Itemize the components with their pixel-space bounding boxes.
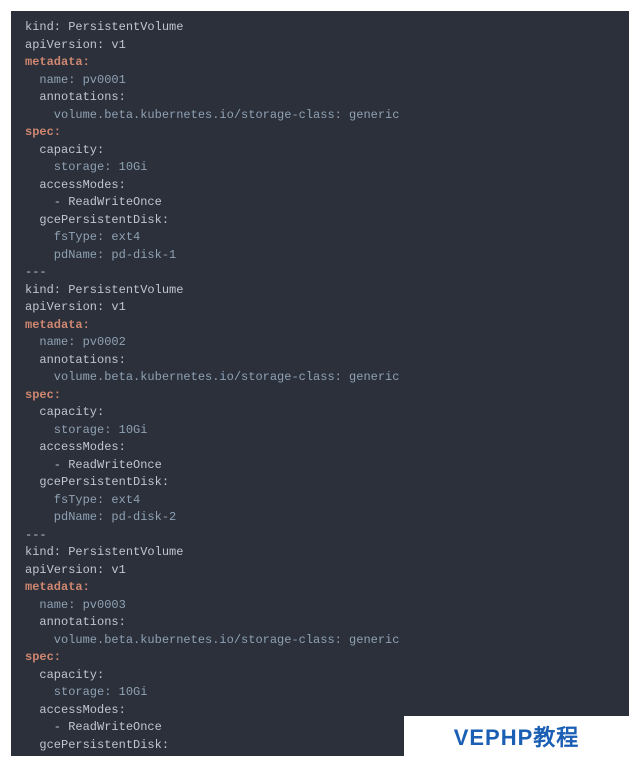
token: - ReadWriteOnce [25,458,162,472]
token: --- [25,528,47,542]
token: volume.beta.kubernetes.io/storage-class:… [25,633,399,647]
code-line: gcePersistentDisk: [25,213,169,227]
token: pdName: pd-disk-2 [25,510,176,524]
token: - ReadWriteOnce [25,720,162,734]
code-line: gcePersistentDisk: [25,475,169,489]
token: volume.beta.kubernetes.io/storage-class:… [25,108,399,122]
code-line: storage: 10Gi [25,160,147,174]
code-key: metadata: [25,55,90,69]
code-block: kind: PersistentVolume apiVersion: v1 me… [11,11,629,756]
token: capacity: [25,143,104,157]
code-line: volume.beta.kubernetes.io/storage-class:… [25,108,399,122]
code-line: capacity: [25,668,104,682]
code-line: name: pv0002 [25,335,126,349]
code-line: annotations: [25,90,126,104]
code-line: - ReadWriteOnce [25,720,162,734]
watermark-badge: VEPHP教程 [404,716,629,756]
token: apiVersion: v1 [25,300,126,314]
token: kind: PersistentVolume [25,283,183,297]
code-line: volume.beta.kubernetes.io/storage-class:… [25,370,399,384]
code-line: apiVersion: v1 [25,300,126,314]
token: - ReadWriteOnce [25,195,162,209]
token: storage: 10Gi [25,160,147,174]
code-line: capacity: [25,143,104,157]
token: apiVersion: v1 [25,563,126,577]
token: metadata: [25,580,90,594]
code-line: capacity: [25,405,104,419]
token: kind: PersistentVolume [25,20,183,34]
code-line: --- [25,528,47,542]
token: metadata: [25,55,90,69]
code-key: spec: [25,650,61,664]
code-line: kind: PersistentVolume [25,20,183,34]
token: name: pv0001 [25,73,126,87]
token: name: pv0003 [25,598,126,612]
token: accessModes: [25,703,126,717]
token: fsType: ext4 [25,493,140,507]
page: kind: PersistentVolume apiVersion: v1 me… [0,0,640,767]
token: storage: 10Gi [25,423,147,437]
code-line: accessModes: [25,178,126,192]
token: volume.beta.kubernetes.io/storage-class:… [25,370,399,384]
code-key: spec: [25,388,61,402]
token: storage: 10Gi [25,685,147,699]
code-key: metadata: [25,580,90,594]
token: spec: [25,125,61,139]
token: fsType: ext4 [25,755,140,756]
token: pdName: pd-disk-1 [25,248,176,262]
code-line: apiVersion: v1 [25,563,126,577]
token: spec: [25,388,61,402]
token: metadata: [25,318,90,332]
code-line: annotations: [25,353,126,367]
token: kind: PersistentVolume [25,545,183,559]
token: accessModes: [25,440,126,454]
code-line: fsType: ext4 [25,230,140,244]
code-line: volume.beta.kubernetes.io/storage-class:… [25,633,399,647]
code-line: fsType: ext4 [25,493,140,507]
code-line: name: pv0001 [25,73,126,87]
token: name: pv0002 [25,335,126,349]
code-line: fsType: ext4 [25,755,140,756]
code-line: name: pv0003 [25,598,126,612]
token: gcePersistentDisk: [25,738,169,752]
code-key: metadata: [25,318,90,332]
code-line: annotations: [25,615,126,629]
code-line: - ReadWriteOnce [25,458,162,472]
code-line: kind: PersistentVolume [25,283,183,297]
token: fsType: ext4 [25,230,140,244]
watermark-text: VEPHP教程 [454,720,580,752]
token: annotations: [25,615,126,629]
token: spec: [25,650,61,664]
code-line: gcePersistentDisk: [25,738,169,752]
code-key: spec: [25,125,61,139]
code-line: accessModes: [25,703,126,717]
token: annotations: [25,353,126,367]
token: gcePersistentDisk: [25,213,169,227]
token: apiVersion: v1 [25,38,126,52]
token: gcePersistentDisk: [25,475,169,489]
code-line: pdName: pd-disk-2 [25,510,176,524]
token: annotations: [25,90,126,104]
token: --- [25,265,47,279]
code-line: storage: 10Gi [25,685,147,699]
token: accessModes: [25,178,126,192]
token: capacity: [25,668,104,682]
token: capacity: [25,405,104,419]
code-line: - ReadWriteOnce [25,195,162,209]
code-line: storage: 10Gi [25,423,147,437]
code-line: --- [25,265,47,279]
code-line: accessModes: [25,440,126,454]
code-line: kind: PersistentVolume [25,545,183,559]
code-line: pdName: pd-disk-1 [25,248,176,262]
code-line: apiVersion: v1 [25,38,126,52]
